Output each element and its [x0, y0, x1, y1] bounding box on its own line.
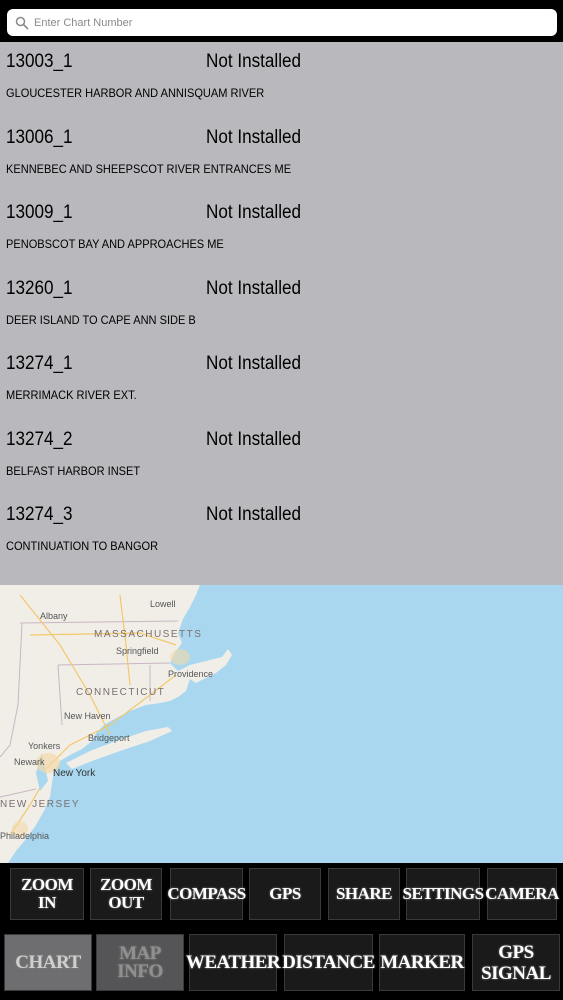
chart-number: 13006_1 [6, 126, 73, 148]
search-field[interactable] [7, 9, 557, 36]
compass-button[interactable]: COMPASS [167, 868, 246, 920]
gps-signal-label-line2: SIGNAL [481, 962, 551, 984]
chart-number: 13260_1 [6, 277, 73, 299]
chart-name: MERRIMACK RIVER EXT. [6, 388, 137, 402]
map-state-label: NEW JERSEY [0, 799, 81, 810]
bottom-toolbar: ZOOM IN ZOOM OUT COMPASS GPS SHARE SETTI… [0, 863, 563, 1000]
install-status: Not Installed [206, 504, 302, 525]
map-city-label: Albany [40, 611, 68, 621]
map-city-label: Yonkers [28, 741, 61, 751]
chart-row[interactable]: 13009_1 Not Installed PENOBSCOT BAY AND … [0, 193, 563, 269]
share-button[interactable]: SHARE [328, 868, 400, 920]
install-status: Not Installed [206, 428, 302, 450]
chart-name: GLOUCESTER HARBOR AND ANNISQUAM RIVER [6, 86, 265, 100]
install-status: Not Installed [206, 126, 302, 148]
chart-number: 13274_1 [6, 353, 73, 374]
camera-button[interactable]: CAMERA [485, 868, 559, 920]
chart-name: BELFAST HARBOR INSET [6, 463, 141, 478]
install-status: Not Installed [206, 353, 302, 374]
install-status: Not Installed [206, 277, 302, 299]
gps-signal-button[interactable]: GPS SIGNAL [472, 934, 560, 991]
chart-row[interactable]: 13274_2 Not Installed BELFAST HARBOR INS… [0, 420, 563, 496]
map-info-button[interactable]: MAP INFO [96, 934, 184, 991]
zoom-in-button[interactable]: ZOOM IN [10, 868, 84, 920]
map-view[interactable]: Lowell Albany MASSACHUSETTS Springfield … [0, 585, 563, 863]
distance-button[interactable]: DISTANCE [282, 934, 375, 991]
chart-button[interactable]: CHART [4, 934, 92, 991]
zoom-out-button[interactable]: ZOOM OUT [90, 868, 162, 920]
chart-row[interactable]: 13006_1 Not Installed KENNEBEC AND SHEEP… [0, 118, 563, 194]
chart-row[interactable]: 13003_1 Not Installed GLOUCESTER HARBOR … [0, 42, 563, 118]
chart-name: CONTINUATION TO BANGOR [6, 539, 159, 553]
chart-number: 13003_1 [6, 51, 73, 72]
chart-number: 13009_1 [6, 202, 73, 223]
chart-number: 13274_3 [6, 504, 73, 525]
chart-row[interactable]: 13274_3 Not Installed CONTINUATION TO BA… [0, 495, 563, 571]
chart-list[interactable]: 13003_1 Not Installed GLOUCESTER HARBOR … [0, 42, 563, 585]
search-bar-container [0, 0, 563, 42]
gps-signal-label-line1: GPS [498, 941, 534, 963]
chart-row[interactable]: 13260_1 Not Installed DEER ISLAND TO CAP… [0, 269, 563, 345]
map-city-label: Philadelphia [0, 831, 50, 841]
map-land-shape [0, 585, 232, 863]
map-city-label: Bridgeport [88, 733, 130, 743]
weather-button[interactable]: WEATHER [186, 934, 281, 991]
install-status: Not Installed [206, 51, 302, 72]
map-city-label: Lowell [150, 599, 176, 609]
chart-row[interactable]: 13274_1 Not Installed MERRIMACK RIVER EX… [0, 344, 563, 420]
settings-button[interactable]: SETTINGS [402, 868, 484, 920]
chart-name: DEER ISLAND TO CAPE ANN SIDE B [6, 312, 196, 327]
search-input[interactable] [34, 16, 557, 29]
install-status: Not Installed [206, 202, 302, 223]
map-city-label: Providence [168, 669, 214, 679]
map-city-label: New York [53, 768, 96, 779]
search-icon [15, 16, 29, 29]
gps-button[interactable]: GPS [249, 868, 321, 920]
map-city-label: Springfield [116, 646, 159, 656]
map-state-label: MASSACHUSETTS [94, 629, 203, 640]
map-city-label: Newark [14, 757, 45, 767]
map-state-label: CONNECTICUT [76, 687, 166, 698]
marker-button[interactable]: MARKER [379, 934, 465, 991]
map-city-label: New Haven [64, 711, 111, 721]
chart-name: KENNEBEC AND SHEEPSCOT RIVER ENTRANCES M… [6, 161, 292, 176]
chart-number: 13274_2 [6, 428, 73, 450]
chart-name: PENOBSCOT BAY AND APPROACHES ME [6, 237, 224, 251]
